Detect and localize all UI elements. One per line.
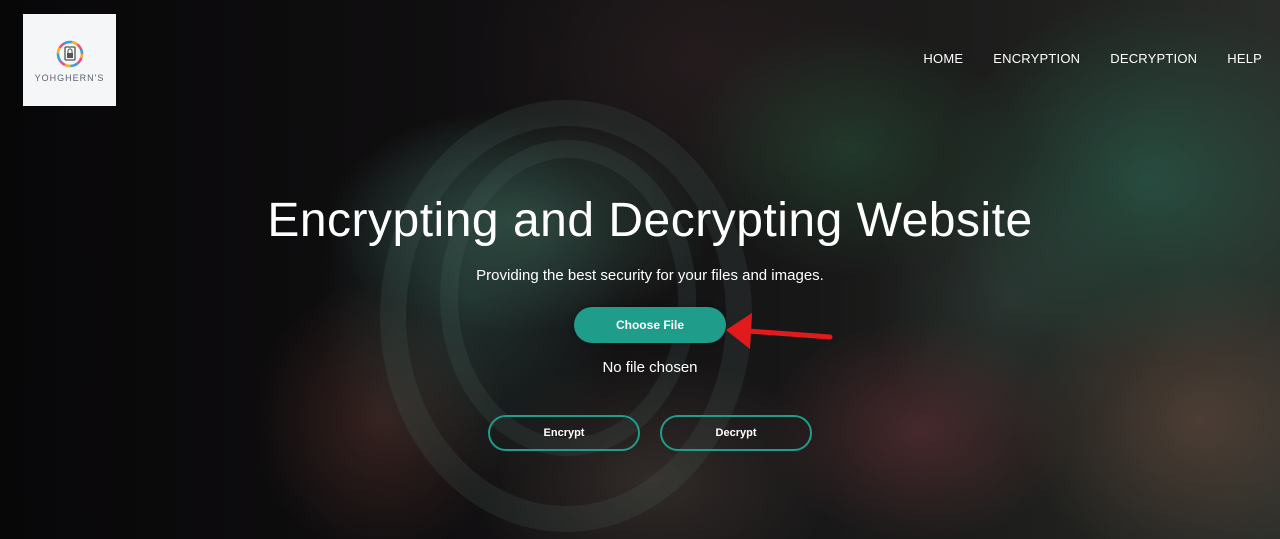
red-arrow-icon — [726, 313, 833, 349]
page: YOHGHERN'S HOME ENCRYPTION DECRYPTION HE… — [0, 0, 1280, 539]
file-status-text: No file chosen — [602, 359, 698, 376]
encrypt-button[interactable]: Encrypt — [488, 415, 640, 451]
nav-item-help[interactable]: HELP — [1227, 51, 1262, 66]
lock-file-icon — [56, 40, 83, 68]
nav-item-home[interactable]: HOME — [923, 51, 963, 66]
nav-item-decryption[interactable]: DECRYPTION — [1110, 51, 1197, 66]
page-title: Encrypting and Decrypting Website — [267, 194, 1033, 247]
decrypt-button[interactable]: Decrypt — [660, 415, 812, 451]
site-logo[interactable]: YOHGHERN'S — [23, 14, 116, 106]
logo-name: YOHGHERN'S — [34, 73, 105, 83]
page-subtitle: Providing the best security for your fil… — [476, 267, 824, 284]
top-navigation: HOME ENCRYPTION DECRYPTION HELP — [893, 51, 1262, 66]
choose-file-button[interactable]: Choose File — [574, 307, 726, 343]
nav-item-encryption[interactable]: ENCRYPTION — [993, 51, 1080, 66]
